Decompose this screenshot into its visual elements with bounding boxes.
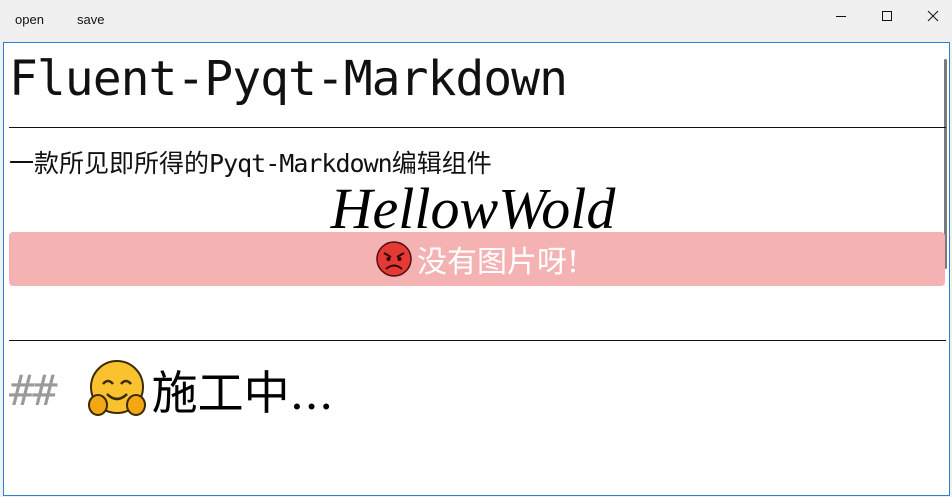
open-menu-button[interactable]: open (15, 12, 44, 27)
heading-2-text: 施工中... (151, 366, 334, 420)
missing-image-banner: 没有图片呀! (9, 232, 945, 286)
close-button[interactable] (910, 0, 952, 32)
horizontal-rule (9, 127, 946, 128)
minimize-icon (836, 16, 846, 17)
missing-image-text: 没有图片呀! (416, 245, 580, 280)
save-menu-button[interactable]: save (77, 12, 104, 27)
close-icon (927, 10, 939, 22)
horizontal-rule-2 (9, 340, 946, 341)
subtitle-cn-prefix: 一款所见即所得的 (9, 149, 210, 178)
heading-2: ## 施工中... (9, 358, 333, 422)
angry-face-icon (376, 241, 412, 277)
minimize-button[interactable] (818, 0, 864, 32)
heading-2-marker: ## (9, 365, 58, 415)
maximize-button[interactable] (864, 0, 910, 32)
hugging-face-icon (87, 360, 146, 416)
subtitle-cn-suffix: 编辑组件 (391, 149, 492, 178)
heading-1: Fluent-Pyqt-Markdown (9, 51, 568, 107)
app-window: open save Fluent-Pyqt-Markdown 一款所见即所得的P… (0, 0, 952, 497)
title-bar: open save (0, 0, 952, 40)
markdown-editor[interactable]: Fluent-Pyqt-Markdown 一款所见即所得的Pyqt-Markdo… (3, 42, 950, 496)
subtitle-mono: Pyqt-Markdown (209, 149, 393, 178)
maximize-icon (882, 11, 892, 21)
